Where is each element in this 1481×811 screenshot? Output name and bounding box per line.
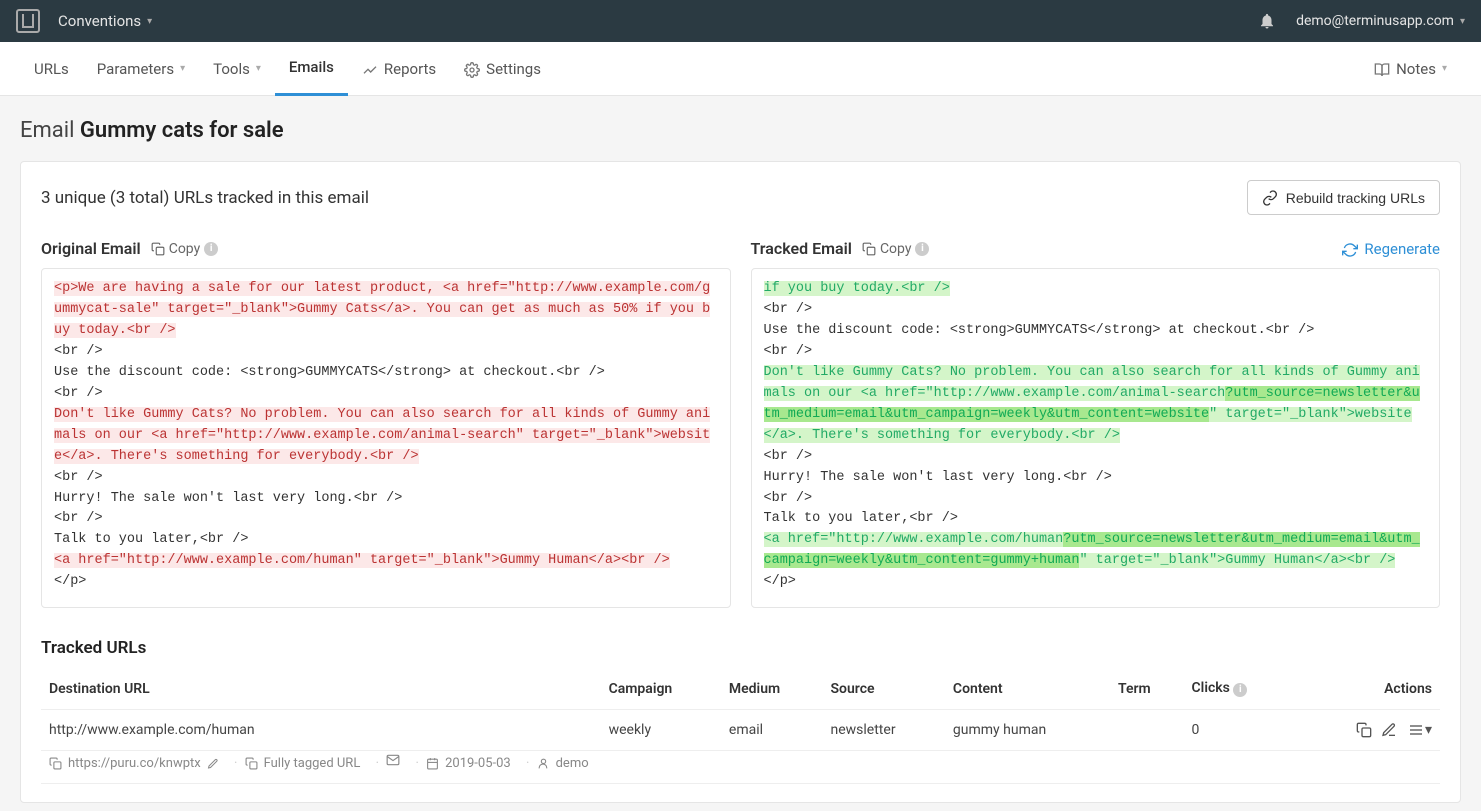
app-logo[interactable] — [16, 9, 40, 33]
clipboard-icon — [49, 756, 62, 771]
rebuild-button[interactable]: Rebuild tracking URLs — [1247, 180, 1440, 215]
book-icon — [1374, 59, 1390, 77]
cell-medium: email — [721, 709, 823, 750]
calendar-icon — [426, 756, 439, 771]
regenerate-button[interactable]: Regenerate — [1342, 240, 1440, 258]
page-title: Email Gummy cats for sale — [0, 96, 1481, 153]
clipboard-icon — [151, 241, 165, 257]
cell-term — [1110, 709, 1184, 750]
gear-icon — [464, 59, 480, 77]
th-source: Source — [823, 668, 945, 709]
cell-actions: ▾ — [1292, 709, 1440, 750]
nav-emails[interactable]: Emails — [275, 42, 348, 96]
tracked-title: Tracked Email — [751, 239, 852, 258]
nav-parameters[interactable]: Parameters▾ — [83, 42, 199, 96]
table-row-meta: https://puru.co/knwptx · Fully tagged UR… — [41, 751, 1440, 784]
nav-urls[interactable]: URLs — [20, 42, 83, 96]
nav-settings[interactable]: Settings — [450, 42, 555, 96]
menu-icon[interactable]: ▾ — [1407, 722, 1432, 738]
chevron-down-icon: ▾ — [147, 16, 152, 27]
th-campaign: Campaign — [601, 668, 721, 709]
copy-icon[interactable] — [1356, 722, 1372, 738]
cell-campaign: weekly — [601, 709, 721, 750]
tracked-urls-table: Destination URL Campaign Medium Source C… — [41, 668, 1440, 784]
tracked-code[interactable]: if you buy today.<br /> <br /> Use the d… — [751, 268, 1441, 608]
chevron-down-icon: ▾ — [180, 63, 185, 74]
top-bar: Conventions ▾ demo@terminusapp.com ▾ — [0, 0, 1481, 42]
clipboard-icon — [245, 756, 258, 771]
copy-original-button[interactable]: Copy i — [151, 241, 219, 257]
user-email: demo@terminusapp.com — [1296, 13, 1454, 29]
refresh-icon — [1342, 240, 1358, 258]
th-medium: Medium — [721, 668, 823, 709]
nav-tools[interactable]: Tools▾ — [199, 42, 275, 96]
cell-content: gummy human — [945, 709, 1110, 750]
nav-notes[interactable]: Notes ▾ — [1360, 42, 1461, 96]
main-nav: URLs Parameters▾ Tools▾ Emails Reports S… — [0, 42, 1481, 96]
th-dest: Destination URL — [41, 668, 601, 709]
edit-icon[interactable] — [207, 756, 219, 771]
tracked-panel: Tracked Email Copy i Regenerate if you b… — [751, 239, 1441, 608]
conventions-label: Conventions — [58, 12, 141, 30]
main-card: 3 unique (3 total) URLs tracked in this … — [20, 161, 1461, 803]
user-menu[interactable]: demo@terminusapp.com ▾ — [1296, 13, 1465, 29]
chart-icon — [362, 59, 378, 77]
th-content: Content — [945, 668, 1110, 709]
user-icon — [537, 756, 550, 771]
user-chip: demo — [537, 756, 589, 771]
original-code[interactable]: <p>We are having a sale for our latest p… — [41, 268, 731, 608]
info-icon: i — [1233, 683, 1247, 697]
info-icon: i — [204, 242, 218, 256]
info-icon: i — [915, 242, 929, 256]
table-row[interactable]: http://www.example.com/human weekly emai… — [41, 709, 1440, 750]
bell-icon[interactable] — [1258, 12, 1276, 30]
chevron-down-icon: ▾ — [256, 63, 261, 74]
link-icon — [1262, 189, 1278, 206]
copy-tracked-button[interactable]: Copy i — [862, 241, 930, 257]
summary-text: 3 unique (3 total) URLs tracked in this … — [41, 188, 369, 208]
edit-icon[interactable] — [1381, 722, 1397, 738]
cell-source: newsletter — [823, 709, 945, 750]
conventions-dropdown[interactable]: Conventions ▾ — [58, 12, 152, 30]
mail-icon-chip[interactable] — [386, 753, 400, 767]
date-chip: 2019-05-03 — [426, 756, 511, 771]
tracked-urls-title: Tracked URLs — [41, 638, 1440, 658]
th-actions: Actions — [1292, 668, 1440, 709]
nav-reports[interactable]: Reports — [348, 42, 450, 96]
original-title: Original Email — [41, 239, 141, 258]
fully-tagged-chip[interactable]: Fully tagged URL — [245, 756, 361, 771]
clipboard-icon — [862, 241, 876, 257]
th-term: Term — [1110, 668, 1184, 709]
th-clicks: Clicks i — [1184, 668, 1292, 709]
cell-clicks: 0 — [1184, 709, 1292, 750]
chevron-down-icon: ▾ — [1460, 16, 1465, 27]
original-panel: Original Email Copy i <p>We are having a… — [41, 239, 731, 608]
chevron-down-icon: ▾ — [1442, 63, 1447, 74]
cell-dest: http://www.example.com/human — [41, 709, 601, 750]
short-url-chip[interactable]: https://puru.co/knwptx — [49, 756, 219, 771]
